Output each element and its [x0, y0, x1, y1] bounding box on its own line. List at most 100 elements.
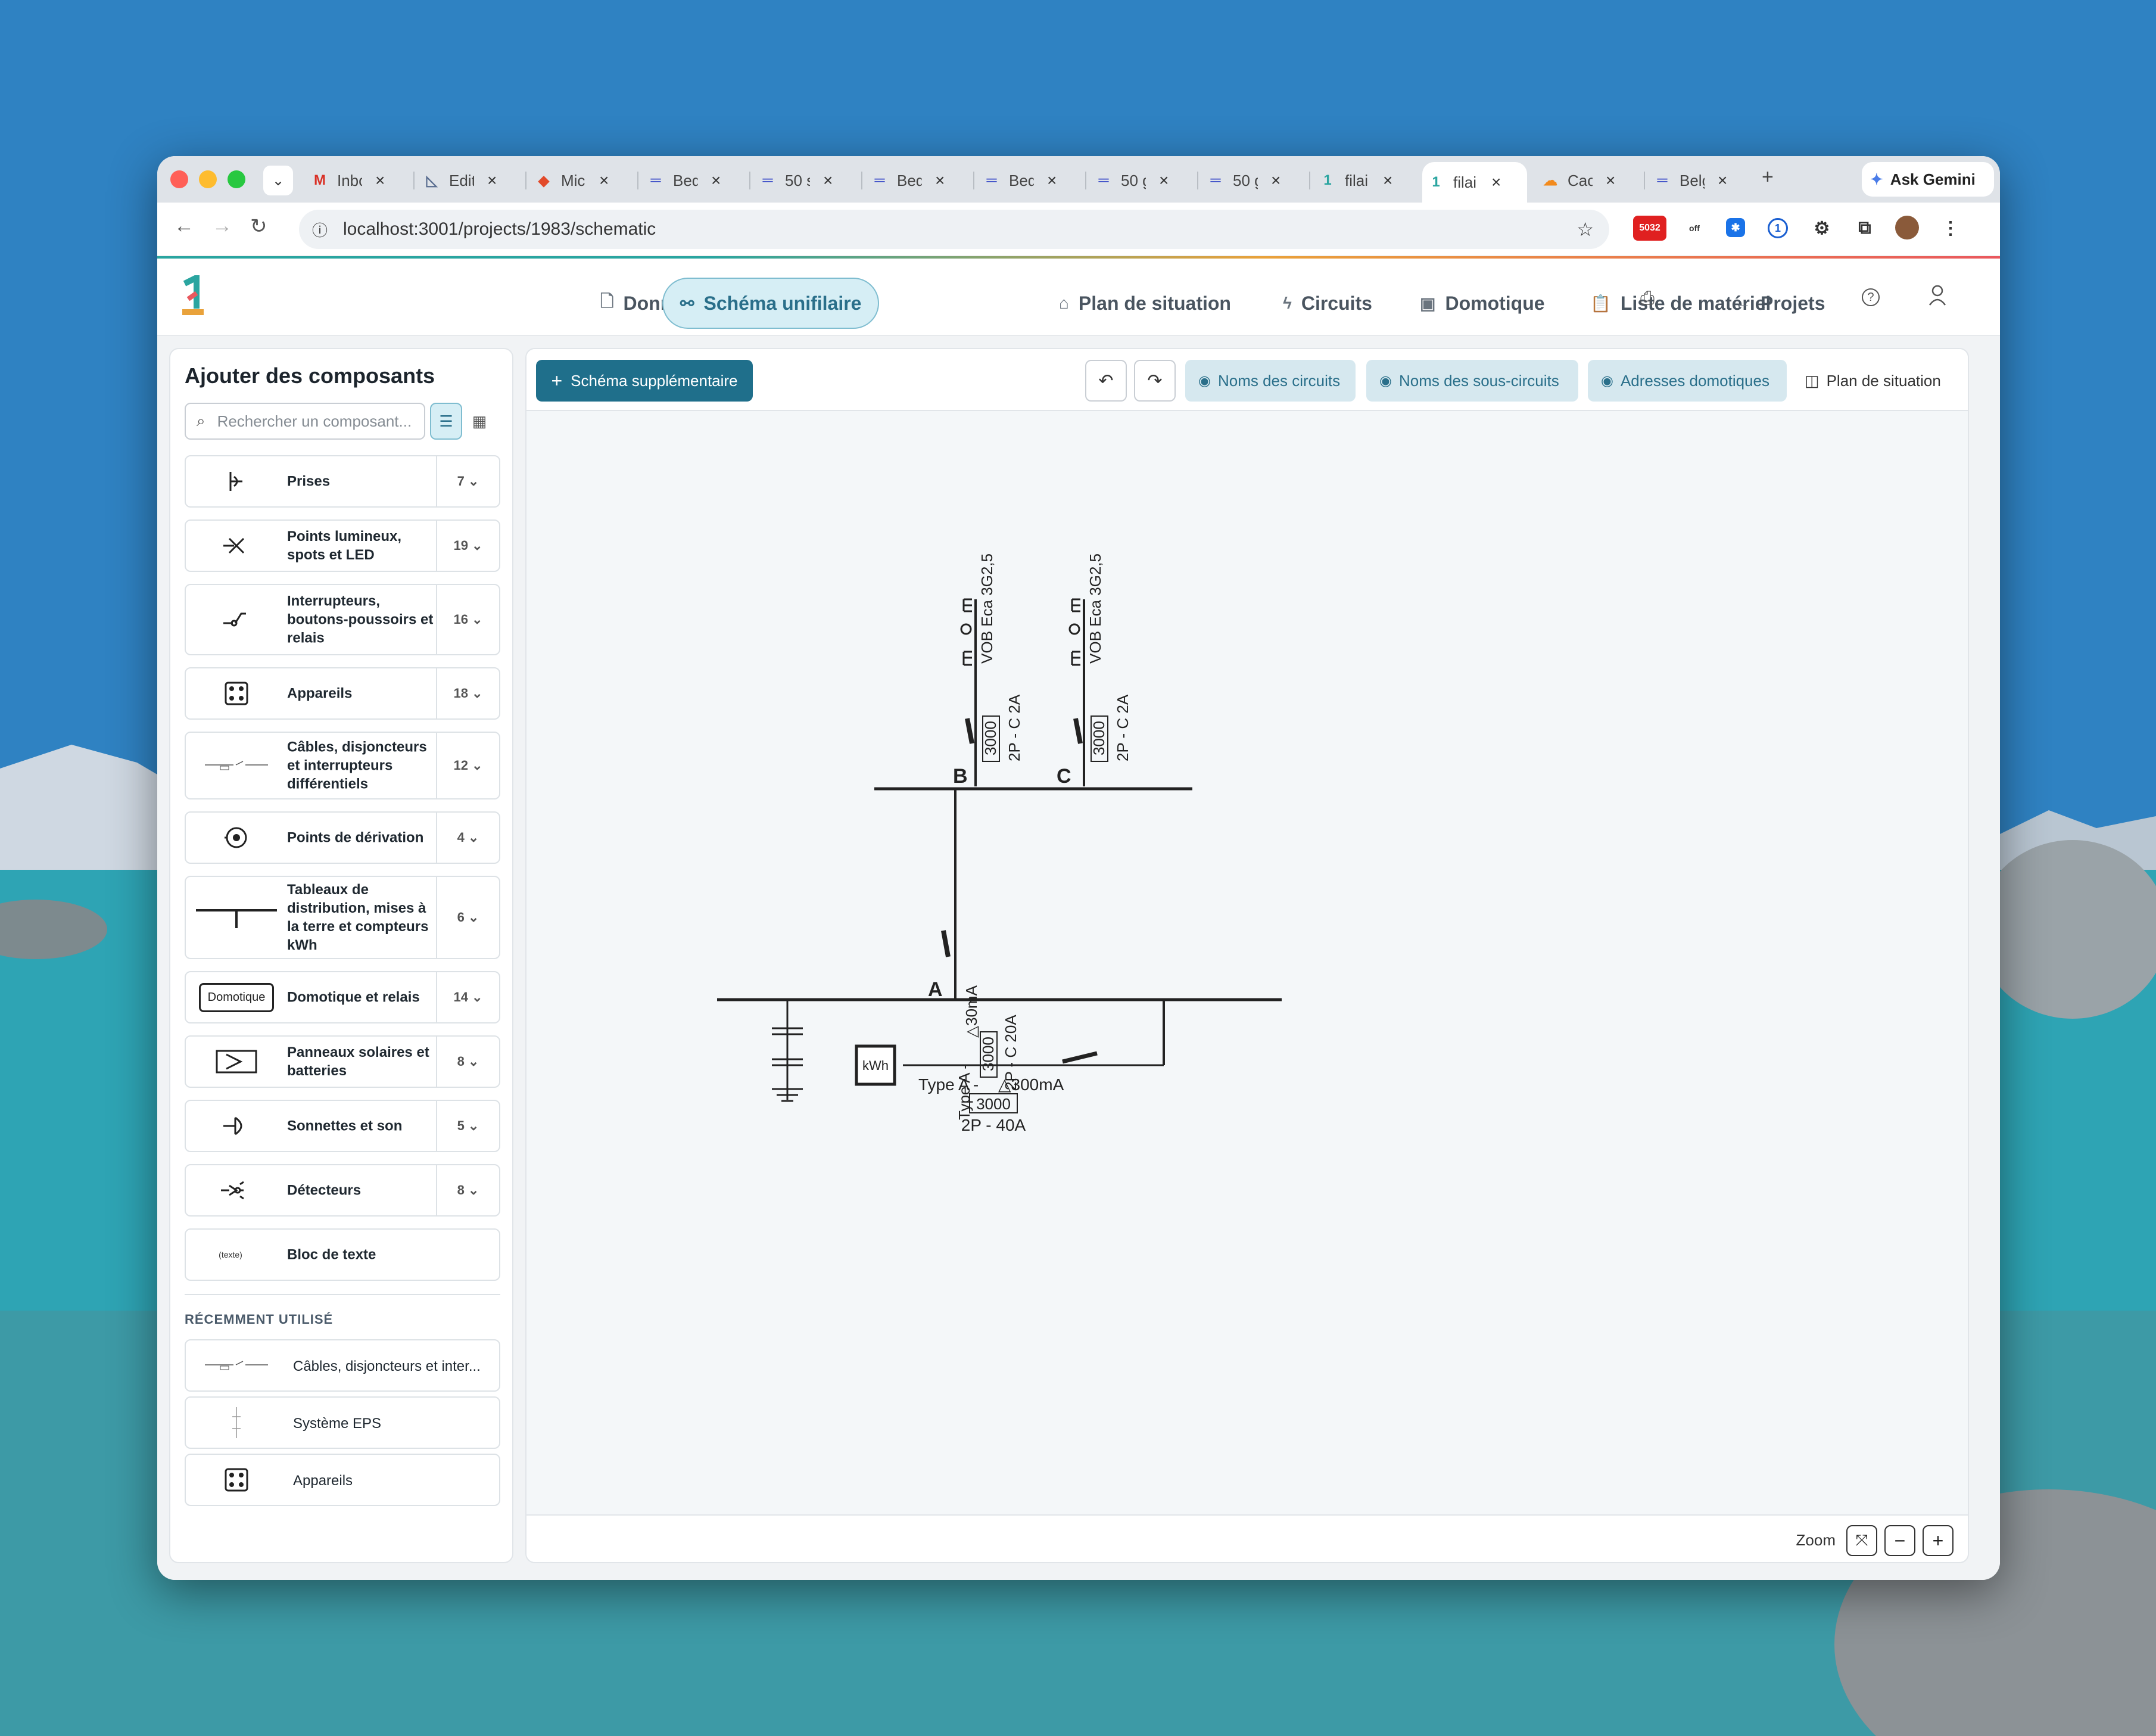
category-junction-point[interactable]: Points de dérivation 4 ⌄: [185, 811, 500, 864]
browser-tab[interactable]: ◆ Micr ×: [530, 163, 631, 198]
category-count[interactable]: 4 ⌄: [436, 813, 499, 863]
list-view-button[interactable]: ☰: [430, 403, 462, 440]
browser-tab[interactable]: ═ 50 s ×: [754, 163, 855, 198]
browser-tab[interactable]: ═ Bed ×: [866, 163, 967, 198]
category-count[interactable]: 18 ⌄: [436, 668, 499, 718]
close-tab-icon[interactable]: ×: [1047, 171, 1057, 190]
maximize-window-button[interactable]: [228, 170, 245, 188]
nav-tab-4[interactable]: ▣ Domotique: [1403, 278, 1562, 329]
tab-separator: [1085, 172, 1086, 189]
category-count[interactable]: 8 ⌄: [436, 1037, 499, 1087]
browser-tab[interactable]: 1 filai ×: [1314, 163, 1415, 198]
nav-tab-label: Plan de situation: [1078, 292, 1231, 314]
browser-menu-icon[interactable]: ⋮: [1938, 216, 1963, 241]
extension-off-icon[interactable]: off: [1682, 216, 1707, 241]
nav-tab-2[interactable]: ⌂ Plan de situation: [1042, 278, 1248, 329]
site-info-icon[interactable]: ⓘ: [312, 219, 328, 241]
projects-link[interactable]: ← Projets: [1718, 278, 1842, 329]
extension-snowflake-icon[interactable]: ✱: [1726, 218, 1745, 237]
chevron-down-icon: ⌄: [468, 474, 479, 489]
back-arrow-icon[interactable]: ←: [174, 214, 194, 238]
ask-gemini-button[interactable]: ✦ Ask Gemini: [1862, 162, 1994, 197]
category-plug[interactable]: Prises 7 ⌄: [185, 455, 500, 508]
circuit-a-diff-icon: [941, 930, 951, 957]
app-logo-icon[interactable]: [179, 275, 207, 317]
component-search-input[interactable]: ⌕ Rechercher un composant...: [185, 403, 425, 440]
browser-tab[interactable]: ═ Belg ×: [1649, 163, 1750, 198]
category-count[interactable]: 5 ⌄: [436, 1101, 499, 1151]
close-tab-icon[interactable]: ×: [487, 171, 497, 190]
distribution-board-icon: [186, 877, 287, 958]
browser-tab[interactable]: ◺ Edit ×: [418, 163, 519, 198]
help-icon[interactable]: ?: [1862, 288, 1880, 306]
zoom-in-button[interactable]: +: [1923, 1525, 1954, 1556]
circuit-b-spec: 2P - C 2A: [1005, 694, 1023, 761]
omnibox[interactable]: ⓘ localhost:3001/projects/1983/schematic…: [299, 210, 1609, 249]
close-tab-icon[interactable]: ×: [599, 171, 609, 190]
category-count-value: 8: [457, 1054, 465, 1069]
schematic-canvas[interactable]: VOB Eca 3G2,5 3000 2P - C 2A B VOB Eca 3…: [526, 349, 1969, 1563]
category-doorbell[interactable]: Sonnettes et son 5 ⌄: [185, 1100, 500, 1152]
category-solar-panel[interactable]: Panneaux solaires et batteries 8 ⌄: [185, 1035, 500, 1088]
close-tab-icon[interactable]: ×: [1271, 171, 1280, 190]
forward-arrow-icon[interactable]: →: [212, 214, 232, 238]
category-detector[interactable]: Détecteurs 8 ⌄: [185, 1164, 500, 1217]
category-label: Domotique et relais: [287, 989, 420, 1006]
category-switch[interactable]: Interrupteurs, boutons-poussoirs et rela…: [185, 584, 500, 655]
browser-tab[interactable]: ═ Bed ×: [642, 163, 743, 198]
zoom-out-button[interactable]: −: [1884, 1525, 1915, 1556]
category-count[interactable]: 14 ⌄: [436, 972, 499, 1022]
extensions-puzzle-icon[interactable]: ⧉: [1852, 216, 1877, 241]
openai-icon[interactable]: ⚙: [1809, 216, 1834, 241]
eps-system-icon: [186, 1398, 287, 1448]
recent-item[interactable]: Appareils: [185, 1454, 500, 1506]
browser-tab[interactable]: ═ 50 g ×: [1202, 163, 1303, 198]
close-tab-icon[interactable]: ×: [711, 171, 721, 190]
text-icon-text: (texte): [219, 1250, 242, 1259]
minimize-window-button[interactable]: [199, 170, 217, 188]
new-tab-button[interactable]: +: [1762, 166, 1774, 189]
close-tab-icon[interactable]: ×: [823, 171, 833, 190]
category-count[interactable]: 12 ⌄: [436, 733, 499, 798]
house-icon: ⌂: [1059, 294, 1069, 312]
browser-tab[interactable]: ☁ Cac ×: [1537, 163, 1638, 198]
close-tab-icon[interactable]: ×: [935, 171, 945, 190]
tab-search-icon[interactable]: ⌄: [263, 166, 293, 195]
category-count[interactable]: 8 ⌄: [436, 1165, 499, 1215]
bookmark-star-icon[interactable]: ☆: [1577, 218, 1594, 241]
close-tab-icon[interactable]: ×: [1606, 171, 1615, 190]
category-cable[interactable]: Câbles, disjoncteurs et interrupteurs di…: [185, 732, 500, 799]
category-text-block[interactable]: (texte) Bloc de texte: [185, 1228, 500, 1281]
close-tab-icon[interactable]: ×: [1383, 171, 1392, 190]
category-appliance[interactable]: Appareils 18 ⌄: [185, 667, 500, 720]
category-distribution-board[interactable]: Tableaux de distribution, mises à la ter…: [185, 876, 500, 959]
category-light-point[interactable]: Points lumineux, spots et LED 19 ⌄: [185, 519, 500, 572]
close-tab-icon[interactable]: ×: [1491, 173, 1501, 192]
grid-view-button[interactable]: ▦: [463, 403, 496, 440]
recent-item[interactable]: Système EPS: [185, 1396, 500, 1449]
close-tab-icon[interactable]: ×: [375, 171, 385, 190]
close-window-button[interactable]: [170, 170, 188, 188]
close-tab-icon[interactable]: ×: [1159, 171, 1169, 190]
user-icon[interactable]: [1928, 285, 1946, 306]
browser-tab[interactable]: M Inbo ×: [306, 163, 407, 198]
recent-item[interactable]: Câbles, disjoncteurs et inter...: [185, 1339, 500, 1392]
reload-icon[interactable]: ↻: [250, 214, 267, 238]
category-count[interactable]: 7 ⌄: [436, 456, 499, 506]
close-tab-icon[interactable]: ×: [1718, 171, 1727, 190]
profile-avatar[interactable]: [1895, 216, 1919, 239]
browser-tab[interactable]: ═ Bed ×: [978, 163, 1079, 198]
nav-tab-3[interactable]: ϟ Circuits: [1266, 278, 1389, 329]
browser-tab[interactable]: 1 filai ×: [1422, 162, 1527, 203]
category-domotique[interactable]: Domotique Domotique et relais 14 ⌄: [185, 971, 500, 1023]
category-count[interactable]: 19 ⌄: [436, 521, 499, 571]
tab-separator: [1197, 172, 1198, 189]
password-manager-icon[interactable]: 1: [1768, 218, 1788, 238]
nav-tab-1[interactable]: ⚯ Schéma unifilaire: [662, 278, 880, 329]
category-count[interactable]: 16 ⌄: [436, 585, 499, 654]
print-icon[interactable]: ⎙: [1640, 288, 1655, 309]
browser-tab[interactable]: ═ 50 g ×: [1090, 163, 1191, 198]
extension-badge-icon[interactable]: 5032: [1633, 216, 1666, 241]
zoom-fit-button[interactable]: ⤧: [1846, 1525, 1877, 1556]
category-count[interactable]: 6 ⌄: [436, 877, 499, 958]
